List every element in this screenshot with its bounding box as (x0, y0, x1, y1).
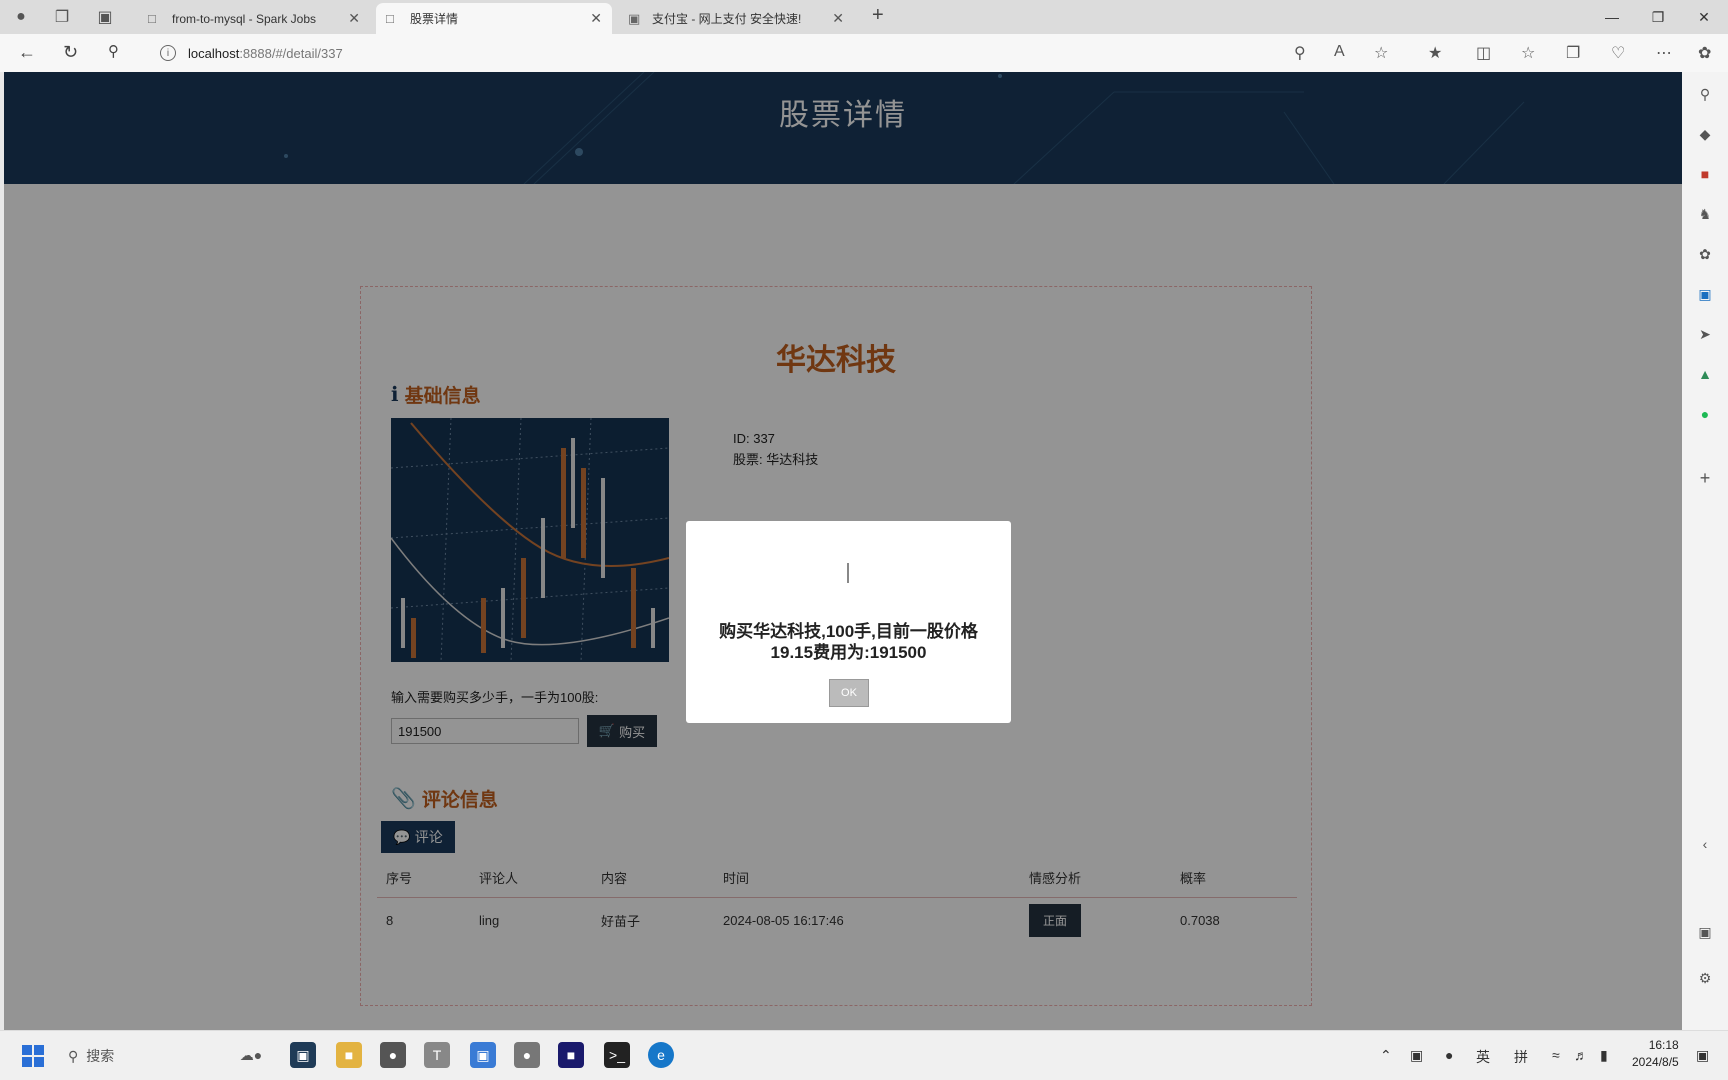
page-icon: □ (148, 11, 156, 26)
tag-icon[interactable]: ◆ (1696, 126, 1714, 144)
search-icon[interactable]: ⚲ (108, 42, 119, 60)
wifi-icon[interactable]: ≈ (1552, 1047, 1560, 1063)
terminal-icon[interactable]: >_ (604, 1042, 630, 1068)
alipay-icon: ▣ (628, 10, 641, 26)
close-icon[interactable]: ✕ (348, 10, 360, 27)
url-host: localhost (188, 45, 240, 61)
key-icon[interactable]: ⚲ (1294, 43, 1306, 63)
search-icon: ⚲ (68, 1047, 79, 1064)
more-icon[interactable]: ⋯ (1656, 43, 1672, 63)
loading-spinner-icon (847, 563, 849, 583)
search-icon[interactable]: ⚲ (1696, 86, 1714, 104)
app-icon[interactable]: ● (380, 1042, 406, 1068)
ok-button[interactable]: OK (829, 679, 869, 707)
outlook-icon[interactable]: ▣ (1696, 286, 1714, 304)
tab-spark-jobs[interactable]: □ from-to-mysql - Spark Jobs ✕ (138, 3, 370, 34)
ime-lang[interactable]: 英 (1476, 1047, 1490, 1067)
briefcase-icon[interactable]: ■ (1696, 166, 1714, 184)
copilot-icon[interactable]: ✿ (1696, 246, 1714, 264)
start-button[interactable] (22, 1045, 44, 1067)
profile-icon[interactable]: ● (4, 0, 38, 34)
globe-icon[interactable]: ● (514, 1042, 540, 1068)
copilot-icon[interactable]: ✿ (1698, 43, 1711, 63)
tab-alipay[interactable]: ▣ 支付宝 - 网上支付 安全快速! ✕ (618, 3, 854, 34)
tab-title: 支付宝 - 网上支付 安全快速! (652, 12, 802, 26)
extensions-icon[interactable]: ★ (1428, 43, 1442, 63)
tab-stock-detail[interactable]: □ 股票详情 ✕ (376, 3, 612, 34)
browser-essentials-icon[interactable]: ♡ (1611, 43, 1625, 63)
edge-sidebar: ⚲ ◆ ■ ♞ ✿ ▣ ➤ ▲ ● + ‹ ▣ ⚙ (1682, 72, 1728, 1030)
collections-icon[interactable]: ❐ (1566, 43, 1580, 63)
weather-icon[interactable]: ☁● (226, 1042, 276, 1068)
tray-chevron-icon[interactable]: ⌃ (1380, 1047, 1392, 1064)
file-explorer-icon[interactable]: ■ (336, 1042, 362, 1068)
browser-tab-strip: ● ❐ ▣ □ from-to-mysql - Spark Jobs ✕ □ 股… (0, 0, 1728, 34)
taskbar: ⚲ 搜索 ☁● ▣ ■ ● T ▣ ● ■ >_ e ⌃ ▣ ● 英 拼 ≈ ♬… (0, 1030, 1728, 1080)
url-path: :8888/#/detail/337 (239, 45, 343, 61)
split-screen-icon[interactable]: ◫ (1476, 43, 1491, 63)
gear-icon[interactable]: ⚙ (1696, 970, 1714, 988)
info-icon[interactable]: i (160, 45, 176, 61)
restore-button[interactable]: ❐ (1636, 0, 1680, 34)
battery-icon[interactable]: ▮ (1600, 1047, 1608, 1064)
back-button[interactable]: ← (18, 42, 36, 63)
ime-mode[interactable]: 拼 (1514, 1047, 1528, 1067)
clock-date: 2024/8/5 (1632, 1055, 1679, 1069)
tab-actions-icon[interactable]: ▣ (88, 0, 122, 34)
read-aloud-icon[interactable]: A (1334, 43, 1345, 61)
favorite-star-icon[interactable]: ☆ (1374, 43, 1388, 63)
tab-title: from-to-mysql - Spark Jobs (172, 11, 317, 26)
edge-browser-icon[interactable]: e (648, 1042, 674, 1068)
spotify-icon[interactable]: ● (1696, 406, 1714, 424)
page-viewport: 股票详情 华达科技 ℹ 基础信息 ID: 337 股票: 华达科技 输入需要购买… (4, 72, 1682, 1030)
chess-icon[interactable]: ♞ (1696, 206, 1714, 224)
minimize-button[interactable]: — (1590, 0, 1634, 34)
close-icon[interactable]: ✕ (832, 10, 844, 27)
typora-icon[interactable]: T (424, 1042, 450, 1068)
collapse-icon[interactable]: ‹ (1696, 836, 1714, 854)
clock-time: 16:18 (1648, 1038, 1679, 1052)
taskbar-clock[interactable]: 16:18 2024/8/5 (1632, 1037, 1679, 1071)
screenshot-icon[interactable]: ▣ (1696, 924, 1714, 942)
tray-app-icon[interactable]: ▣ (1410, 1047, 1423, 1064)
page-icon: □ (386, 11, 394, 26)
alert-message: 购买华达科技,100手,目前一股价格19.15费用为:191500 (719, 622, 978, 662)
url-field[interactable]: i localhost:8888/#/detail/337 (160, 42, 343, 64)
address-bar-row: ← ↻ ⚲ i localhost:8888/#/detail/337 ⚲ A … (0, 34, 1728, 72)
remote-desktop-icon[interactable]: ▣ (470, 1042, 496, 1068)
tab-title: 股票详情 (410, 12, 459, 26)
volume-icon[interactable]: ♬ (1574, 1047, 1588, 1063)
notification-icon[interactable]: ▣ (1696, 1047, 1709, 1064)
add-icon[interactable]: + (1696, 468, 1714, 488)
collections-icon[interactable]: ❐ (45, 0, 79, 34)
microphone-icon[interactable]: ● (1445, 1047, 1453, 1063)
favorites-icon[interactable]: ☆ (1521, 43, 1535, 63)
files-icon[interactable]: ▣ (290, 1042, 316, 1068)
tree-icon[interactable]: ▲ (1696, 366, 1714, 384)
send-icon[interactable]: ➤ (1696, 326, 1714, 344)
close-icon[interactable]: ✕ (590, 10, 602, 27)
refresh-button[interactable]: ↻ (63, 42, 78, 63)
new-tab-button[interactable]: + (872, 4, 884, 27)
window-close-button[interactable]: ✕ (1682, 0, 1726, 34)
taskbar-search[interactable]: ⚲ 搜索 (68, 1046, 114, 1066)
taskbar-search-label: 搜索 (86, 1048, 115, 1064)
intellij-icon[interactable]: ■ (558, 1042, 584, 1068)
alert-dialog: 购买华达科技,100手,目前一股价格19.15费用为:191500 OK (686, 521, 1011, 723)
